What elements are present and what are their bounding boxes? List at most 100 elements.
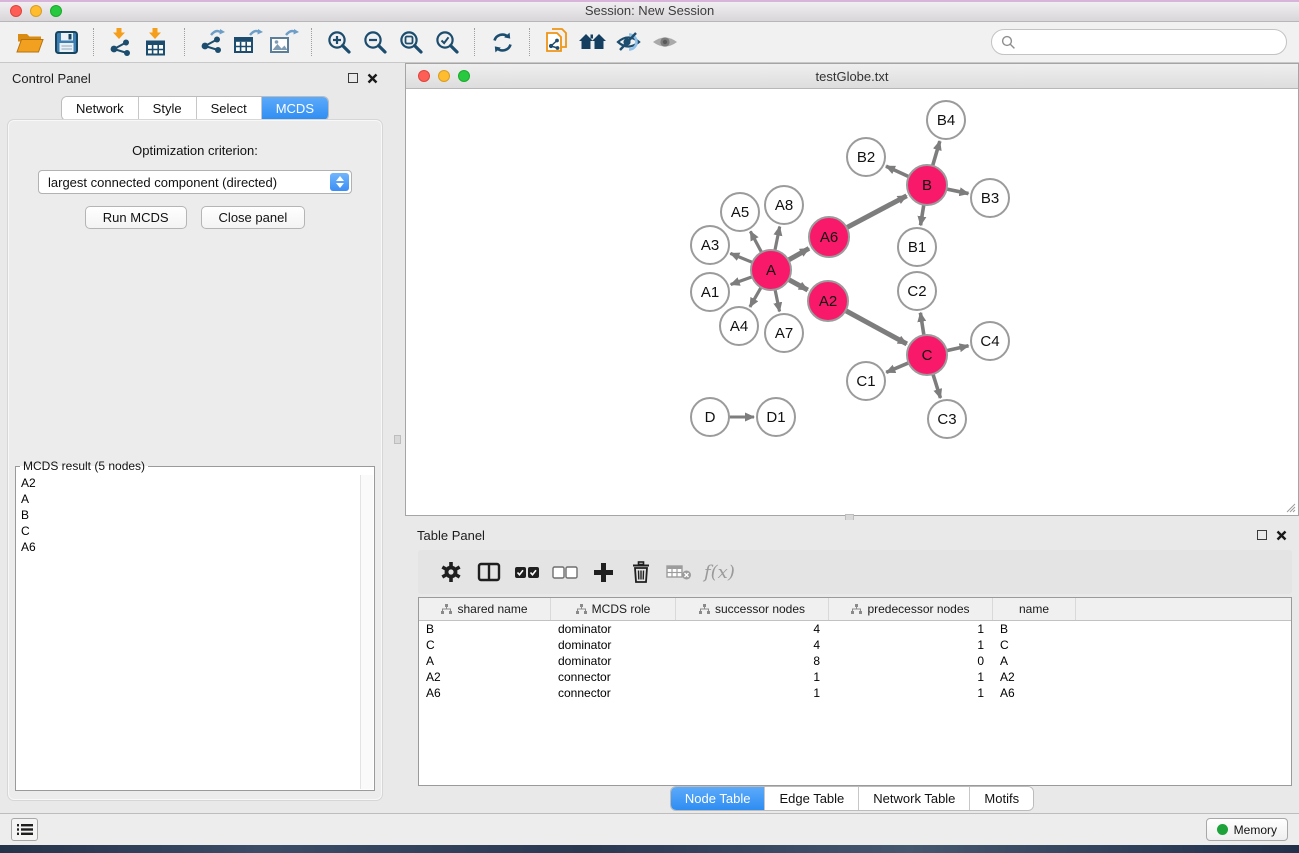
node-A6[interactable]: A6	[809, 217, 849, 257]
open-file-icon[interactable]	[12, 26, 48, 58]
table-row[interactable]: Cdominator41C	[419, 637, 1291, 653]
select-all-icon[interactable]	[508, 558, 546, 586]
zoom-window-button[interactable]	[50, 5, 62, 17]
memory-button[interactable]: Memory	[1206, 818, 1288, 841]
table-cell[interactable]: 4	[676, 637, 829, 653]
zoom-fit-icon[interactable]	[393, 26, 429, 58]
table-row[interactable]: Bdominator41B	[419, 621, 1291, 637]
node-C2[interactable]: C2	[898, 272, 936, 310]
node-C4[interactable]: C4	[971, 322, 1009, 360]
tab-style[interactable]: Style	[139, 97, 197, 120]
import-network-icon[interactable]	[103, 26, 139, 58]
close-table-panel-icon[interactable]	[1276, 530, 1287, 541]
table-cell[interactable]: 8	[676, 653, 829, 669]
criterion-dropdown[interactable]: largest connected component (directed)	[38, 170, 352, 194]
divider-grip[interactable]	[394, 435, 401, 444]
edge-B-B1[interactable]	[921, 203, 925, 226]
network-canvas[interactable]: B4B2BB3A5A8A6B1A3AC2A1A2A4A7C4CC1C3DD1	[406, 89, 1298, 515]
node-A4[interactable]: A4	[720, 307, 758, 345]
network-close-button[interactable]	[418, 70, 430, 82]
search-field[interactable]	[991, 29, 1287, 55]
table-cell[interactable]: 4	[676, 621, 829, 637]
column-header-shared-name[interactable]: shared name	[419, 598, 551, 620]
save-session-icon[interactable]	[48, 26, 84, 58]
table-cell[interactable]: A	[419, 653, 551, 669]
edge-A-A2[interactable]	[787, 279, 808, 290]
node-A2[interactable]: A2	[808, 281, 848, 321]
table-cell[interactable]: A6	[419, 685, 551, 701]
tab-network-table[interactable]: Network Table	[859, 787, 970, 810]
mcds-result-item[interactable]: A	[17, 491, 359, 507]
hide-selected-icon[interactable]	[611, 26, 647, 58]
run-mcds-button[interactable]: Run MCDS	[85, 206, 187, 229]
import-table-icon[interactable]	[139, 26, 175, 58]
network-zoom-button[interactable]	[458, 70, 470, 82]
edge-A-A8[interactable]	[775, 227, 780, 253]
close-panel-button[interactable]: Close panel	[201, 206, 306, 229]
edge-A-A6[interactable]	[787, 248, 809, 261]
table-cell[interactable]: A2	[419, 669, 551, 685]
export-image-icon[interactable]	[266, 26, 302, 58]
delete-icon[interactable]	[622, 558, 660, 586]
zoom-out-icon[interactable]	[357, 26, 393, 58]
close-panel-icon[interactable]	[367, 73, 378, 84]
resize-grip-icon[interactable]	[1284, 501, 1296, 513]
node-A1[interactable]: A1	[691, 273, 729, 311]
table-cell[interactable]: B	[993, 621, 1076, 637]
mcds-result-item[interactable]: C	[17, 523, 359, 539]
node-A[interactable]: A	[751, 250, 791, 290]
edge-A-A5[interactable]	[750, 231, 762, 254]
task-history-button[interactable]	[11, 818, 38, 841]
mcds-result-item[interactable]: B	[17, 507, 359, 523]
node-B4[interactable]: B4	[927, 101, 965, 139]
deselect-all-icon[interactable]	[546, 558, 584, 586]
zoom-selected-icon[interactable]	[429, 26, 465, 58]
node-A8[interactable]: A8	[765, 186, 803, 224]
table-cell[interactable]: dominator	[551, 637, 676, 653]
edge-A-A1[interactable]	[731, 276, 754, 284]
node-A7[interactable]: A7	[765, 314, 803, 352]
tab-node-table[interactable]: Node Table	[671, 787, 766, 810]
node-D1[interactable]: D1	[757, 398, 795, 436]
new-network-from-selection-icon[interactable]	[539, 26, 575, 58]
settings-gear-icon[interactable]	[432, 558, 470, 586]
edge-B-B4[interactable]	[932, 141, 940, 168]
node-D[interactable]: D	[691, 398, 729, 436]
float-table-panel-icon[interactable]	[1257, 530, 1267, 540]
mcds-result-item[interactable]: A2	[17, 475, 359, 491]
tab-motifs[interactable]: Motifs	[970, 787, 1033, 810]
node-C[interactable]: C	[907, 335, 947, 375]
table-cell[interactable]: 1	[676, 669, 829, 685]
show-column-icon[interactable]	[470, 558, 508, 586]
table-cell[interactable]: connector	[551, 685, 676, 701]
edge-A-A3[interactable]	[730, 253, 754, 263]
node-B[interactable]: B	[907, 165, 947, 205]
edge-C-C2[interactable]	[920, 313, 924, 337]
table-row[interactable]: Adominator80A	[419, 653, 1291, 669]
table-cell[interactable]: 1	[829, 637, 993, 653]
node-A3[interactable]: A3	[691, 226, 729, 264]
node-B2[interactable]: B2	[847, 138, 885, 176]
column-header-mcds-role[interactable]: MCDS role	[551, 598, 676, 620]
table-cell[interactable]: A	[993, 653, 1076, 669]
float-panel-icon[interactable]	[348, 73, 358, 83]
close-window-button[interactable]	[10, 5, 22, 17]
table-cell[interactable]: 0	[829, 653, 993, 669]
tab-network[interactable]: Network	[62, 97, 139, 120]
show-all-icon[interactable]	[647, 26, 683, 58]
export-network-icon[interactable]	[194, 26, 230, 58]
column-header-successor-nodes[interactable]: successor nodes	[676, 598, 829, 620]
export-table-icon[interactable]	[230, 26, 266, 58]
column-header-predecessor-nodes[interactable]: predecessor nodes	[829, 598, 993, 620]
table-cell[interactable]: A2	[993, 669, 1076, 685]
table-cell[interactable]: 1	[829, 669, 993, 685]
add-icon[interactable]	[584, 558, 622, 586]
table-cell[interactable]: A6	[993, 685, 1076, 701]
network-minimize-button[interactable]	[438, 70, 450, 82]
zoom-in-icon[interactable]	[321, 26, 357, 58]
edge-C-C1[interactable]	[886, 362, 910, 372]
node-A5[interactable]: A5	[721, 193, 759, 231]
table-cell[interactable]: B	[419, 621, 551, 637]
vertical-split-divider[interactable]	[390, 63, 405, 813]
table-cell[interactable]: 1	[829, 621, 993, 637]
